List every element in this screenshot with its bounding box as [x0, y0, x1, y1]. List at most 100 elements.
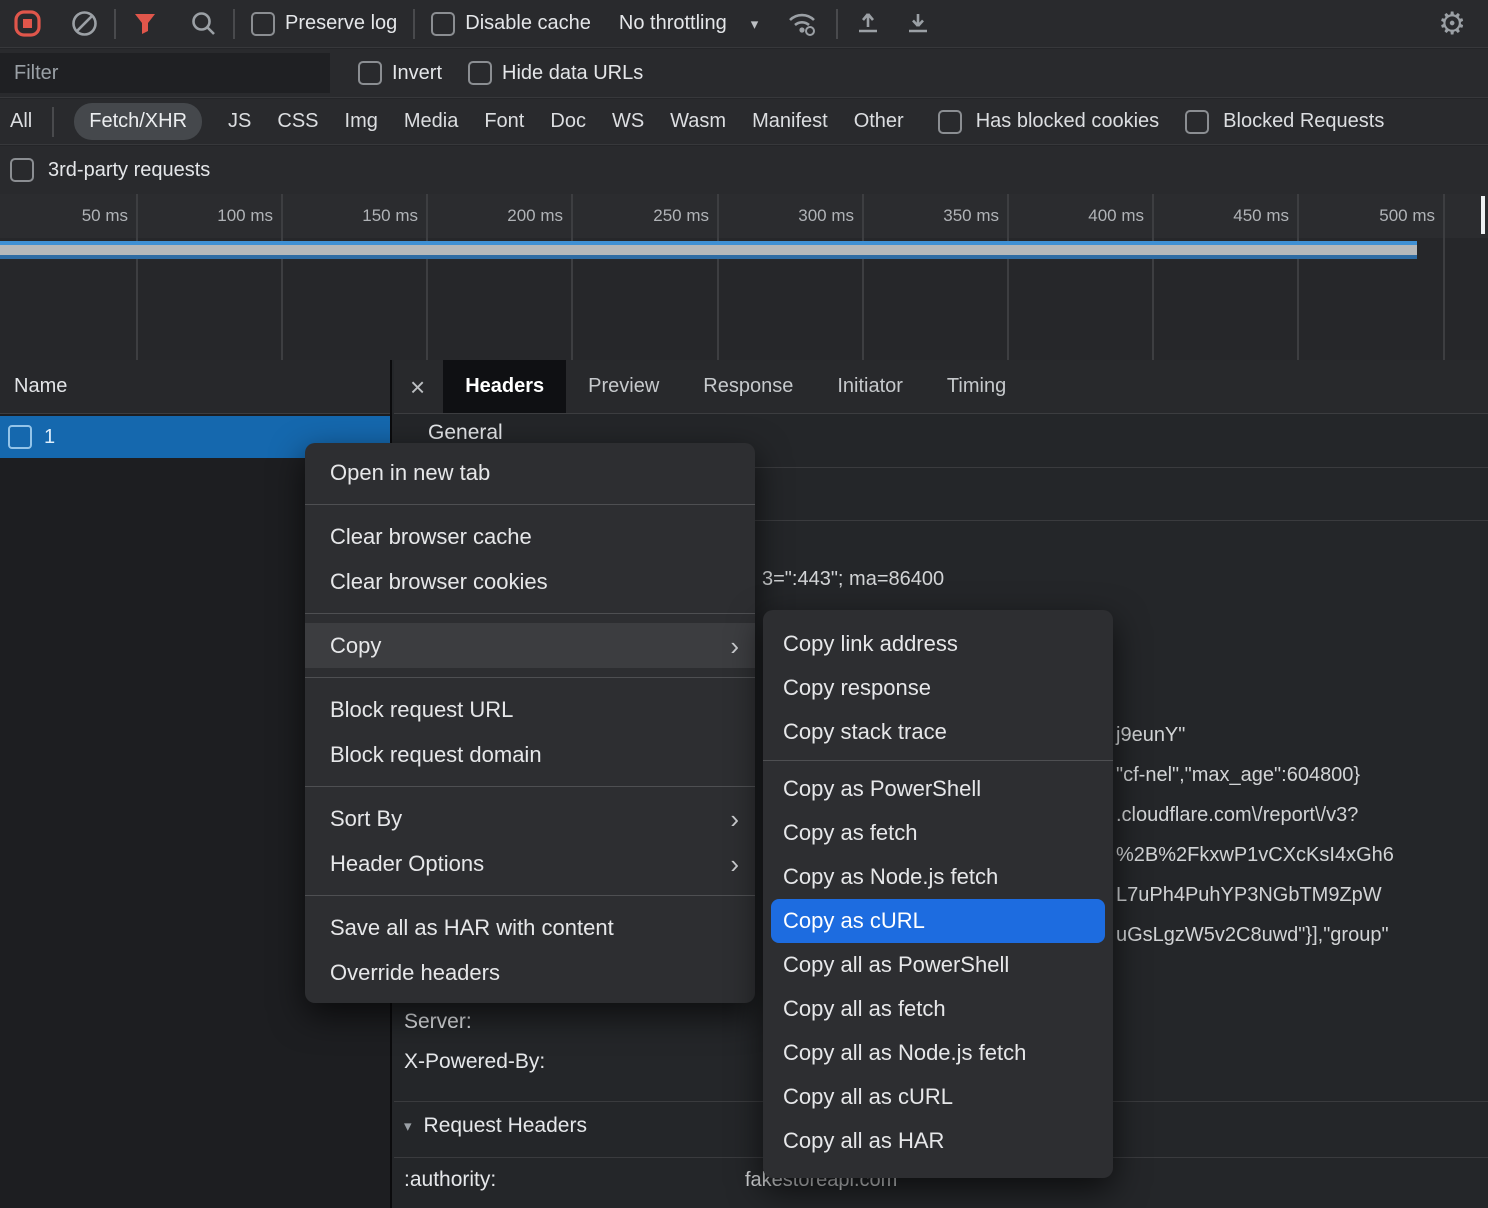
has-blocked-cookies-label[interactable]: Has blocked cookies [976, 110, 1159, 133]
tab-headers[interactable]: Headers [443, 360, 566, 413]
menu-item-block-request-url[interactable]: Block request URL [305, 687, 755, 732]
menu-item-override-headers[interactable]: Override headers [305, 950, 755, 995]
tick-label: 500 ms [1315, 206, 1435, 226]
chevron-right-icon: › [730, 851, 739, 877]
type-filter-font[interactable]: Font [484, 110, 524, 133]
hide-data-urls-label[interactable]: Hide data URLs [502, 62, 643, 85]
submenu-item-copy-link-address[interactable]: Copy link address [763, 622, 1113, 666]
grid-line [1443, 194, 1445, 360]
overview-request-bar[interactable] [0, 241, 1417, 259]
menu-separator [305, 613, 755, 614]
menu-item-label: Clear browser cookies [330, 569, 548, 595]
toolbar-divider [233, 9, 235, 39]
submenu-item-copy-as-fetch[interactable]: Copy as fetch [763, 811, 1113, 855]
import-har-icon[interactable] [854, 10, 882, 38]
menu-separator [763, 760, 1113, 761]
response-header-values: j9eunY" "cf-nel","max_age":604800} .clou… [1116, 724, 1394, 964]
row-checkbox[interactable] [8, 425, 32, 449]
chevron-down-icon[interactable]: ▾ [751, 15, 759, 33]
menu-item-clear-browser-cookies[interactable]: Clear browser cookies [305, 559, 755, 604]
throttling-select[interactable]: No throttling [619, 12, 727, 35]
menu-item-label: Copy [330, 633, 381, 659]
third-party-checkbox[interactable] [10, 158, 34, 182]
invert-label[interactable]: Invert [392, 62, 442, 85]
menu-item-header-options[interactable]: Header Options › [305, 841, 755, 886]
submenu-item-copy-as-powershell[interactable]: Copy as PowerShell [763, 767, 1113, 811]
disable-cache-label[interactable]: Disable cache [465, 12, 591, 35]
menu-item-sort-by[interactable]: Sort By › [305, 796, 755, 841]
request-name: 1 [44, 426, 55, 449]
export-har-icon[interactable] [904, 10, 932, 38]
menu-item-label: Header Options [330, 851, 484, 877]
general-section-label[interactable]: General [428, 421, 503, 445]
third-party-label[interactable]: 3rd-party requests [48, 159, 210, 182]
name-column-header[interactable]: Name [0, 360, 390, 414]
type-filter-wasm[interactable]: Wasm [670, 110, 726, 133]
has-blocked-cookies-checkbox[interactable] [938, 110, 962, 134]
disable-cache-checkbox[interactable] [431, 12, 455, 36]
type-filter-other[interactable]: Other [854, 110, 904, 133]
tab-response[interactable]: Response [681, 360, 815, 413]
type-filter-img[interactable]: Img [345, 110, 378, 133]
submenu-item-copy-as-nodejs-fetch[interactable]: Copy as Node.js fetch [763, 855, 1113, 899]
request-headers-section[interactable]: ▾ Request Headers [404, 1114, 587, 1138]
menu-separator [305, 895, 755, 896]
blocked-requests-checkbox[interactable] [1185, 110, 1209, 134]
filter-icon[interactable] [132, 11, 158, 37]
blocked-requests-label[interactable]: Blocked Requests [1223, 110, 1384, 133]
tab-preview[interactable]: Preview [566, 360, 681, 413]
grid-line [1297, 194, 1299, 360]
tick-label: 450 ms [1169, 206, 1289, 226]
submenu-item-copy-all-as-powershell[interactable]: Copy all as PowerShell [763, 943, 1113, 987]
tick-label: 350 ms [879, 206, 999, 226]
record-icon[interactable] [14, 10, 41, 37]
type-filter-media[interactable]: Media [404, 110, 458, 133]
tab-initiator[interactable]: Initiator [815, 360, 925, 413]
type-filter-fetch-xhr[interactable]: Fetch/XHR [74, 103, 202, 140]
menu-item-copy[interactable]: Copy › [305, 623, 755, 668]
type-filter-all[interactable]: All [10, 110, 32, 133]
filter-input[interactable] [0, 53, 330, 93]
grid-line [281, 194, 283, 360]
header-value-line: L7uPh4PuhYP3NGbTM9ZpW [1116, 884, 1394, 924]
submenu-item-copy-all-as-fetch[interactable]: Copy all as fetch [763, 987, 1113, 1031]
type-filter-js[interactable]: JS [228, 110, 251, 133]
search-icon[interactable] [190, 10, 217, 37]
network-conditions-icon[interactable] [786, 10, 820, 38]
tick-label: 50 ms [8, 206, 128, 226]
toolbar-divider [114, 9, 116, 39]
context-menu: Open in new tab Clear browser cache Clea… [305, 443, 755, 1003]
invert-checkbox[interactable] [358, 61, 382, 85]
menu-item-save-all-as-har[interactable]: Save all as HAR with content [305, 905, 755, 950]
submenu-item-copy-all-as-har[interactable]: Copy all as HAR [763, 1119, 1113, 1163]
close-icon[interactable]: × [410, 374, 425, 400]
menu-item-open-in-new-tab[interactable]: Open in new tab [305, 450, 755, 495]
toolbar-divider [52, 107, 54, 137]
menu-separator [305, 504, 755, 505]
header-value-line: uGsLgzW5v2C8uwd"}],"group" [1116, 924, 1394, 964]
header-value-line: j9eunY" [1116, 724, 1394, 764]
settings-gear-icon[interactable]: ⚙ [1438, 8, 1466, 39]
submenu-item-copy-all-as-nodejs-fetch[interactable]: Copy all as Node.js fetch [763, 1031, 1113, 1075]
menu-item-label: Sort By [330, 806, 402, 832]
hide-data-urls-checkbox[interactable] [468, 61, 492, 85]
type-filter-css[interactable]: CSS [277, 110, 318, 133]
tick-label: 150 ms [298, 206, 418, 226]
menu-item-block-request-domain[interactable]: Block request domain [305, 732, 755, 777]
tab-timing[interactable]: Timing [925, 360, 1028, 413]
type-filter-manifest[interactable]: Manifest [752, 110, 828, 133]
submenu-item-copy-response[interactable]: Copy response [763, 666, 1113, 710]
clear-icon[interactable] [71, 10, 98, 37]
menu-separator [305, 786, 755, 787]
submenu-item-copy-stack-trace[interactable]: Copy stack trace [763, 710, 1113, 754]
type-filter-ws[interactable]: WS [612, 110, 644, 133]
type-filter-doc[interactable]: Doc [550, 110, 586, 133]
preserve-log-checkbox[interactable] [251, 12, 275, 36]
grid-line [136, 194, 138, 360]
triangle-down-icon[interactable]: ▾ [404, 1117, 412, 1135]
menu-item-clear-browser-cache[interactable]: Clear browser cache [305, 514, 755, 559]
grid-line [862, 194, 864, 360]
preserve-log-label[interactable]: Preserve log [285, 12, 397, 35]
submenu-item-copy-all-as-curl[interactable]: Copy all as cURL [763, 1075, 1113, 1119]
submenu-item-copy-as-curl[interactable]: Copy as cURL [771, 899, 1105, 943]
